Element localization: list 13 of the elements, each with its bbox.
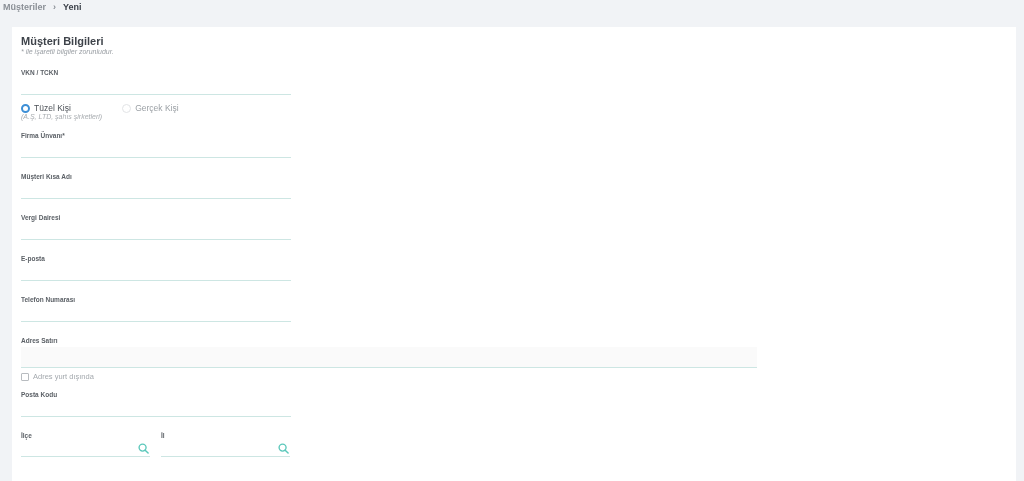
radio-label[interactable]: Gerçek Kişi <box>135 103 179 113</box>
address-field[interactable] <box>21 347 757 368</box>
checkbox[interactable] <box>21 372 29 381</box>
search-icon[interactable] <box>278 443 289 454</box>
form-title: Müşteri Bilgileri <box>21 34 105 48</box>
lookup-field[interactable] <box>21 440 150 457</box>
breadcrumb-separator: › <box>53 2 56 12</box>
radio-label[interactable]: Tüzel Kişi <box>34 103 71 113</box>
breadcrumb-item[interactable]: Müşteriler <box>3 2 46 12</box>
radio-button[interactable] <box>21 103 30 113</box>
search-icon[interactable] <box>138 443 149 454</box>
lookup-field[interactable] <box>161 440 290 457</box>
breadcrumb-item: Yeni <box>63 2 82 12</box>
